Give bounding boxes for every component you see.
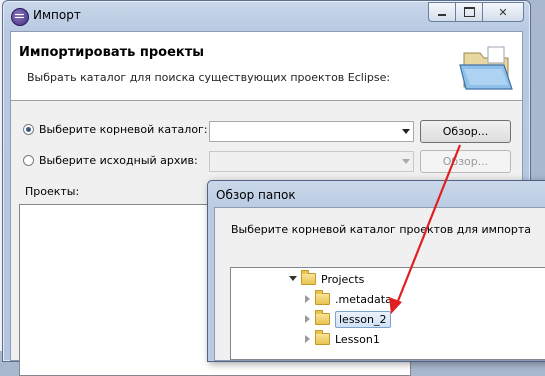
caption-buttons: ✕ [428, 2, 524, 22]
archive-browse-button[interactable]: Обзор... [420, 150, 511, 173]
browse-folder-dialog: Обзор папок Выберите корневой каталог пр… [207, 180, 545, 362]
root-dir-label: Выберите корневой каталог: [39, 123, 208, 136]
archive-option[interactable]: Выберите исходный архив: [23, 154, 198, 167]
tree-item-label: lesson_2 [335, 310, 391, 328]
tree-item-projects[interactable]: Projects [289, 270, 364, 288]
folder-tree[interactable]: Projects .metadata lesson_2 Lesson1 [230, 267, 545, 360]
chevron-down-icon[interactable] [402, 129, 410, 134]
root-dir-radio[interactable] [23, 124, 34, 135]
folder-icon [301, 270, 316, 285]
expand-toggle-icon[interactable] [303, 295, 311, 303]
tree-item-lesson1[interactable]: Lesson1 [303, 330, 380, 348]
eclipse-app-icon [11, 8, 29, 26]
dialog-title[interactable]: Обзор папок [216, 188, 296, 202]
tree-item-label: .metadata [335, 292, 392, 306]
tree-item-metadata[interactable]: .metadata [303, 290, 392, 308]
dialog-client: Выберите корневой каталог проектов для и… [214, 207, 545, 361]
root-dir-combo[interactable] [209, 121, 414, 142]
folder-icon [315, 330, 330, 345]
page-title: Импортировать проекты [19, 45, 205, 60]
minimize-button[interactable] [428, 2, 456, 22]
folder-icon [315, 290, 330, 305]
minimize-icon [438, 14, 446, 16]
folder-icon [315, 310, 330, 325]
archive-radio[interactable] [23, 155, 34, 166]
page-description: Выбрать каталог для поиска существующих … [27, 71, 391, 84]
dialog-description: Выберите корневой каталог проектов для и… [231, 223, 532, 236]
tree-item-label: Projects [321, 272, 365, 286]
title-bar[interactable]: Импорт ✕ [3, 1, 530, 31]
expand-toggle-icon[interactable] [303, 335, 311, 343]
root-dir-browse-button[interactable]: Обзор... [420, 120, 511, 143]
close-icon: ✕ [498, 5, 508, 19]
archive-combo[interactable] [209, 151, 414, 172]
expand-toggle-icon[interactable] [303, 315, 311, 323]
open-folder-icon [459, 46, 513, 90]
maximize-button[interactable] [455, 2, 483, 22]
projects-label: Проекты: [25, 185, 80, 198]
tree-item-label: Lesson1 [335, 332, 380, 346]
close-button[interactable]: ✕ [482, 2, 524, 22]
root-dir-option[interactable]: Выберите корневой каталог: [23, 123, 208, 136]
expand-toggle-icon[interactable] [289, 275, 297, 283]
wizard-header: Импортировать проекты Выбрать каталог дл… [11, 32, 522, 101]
chevron-down-icon[interactable] [402, 159, 410, 164]
tree-item-lesson-2[interactable]: lesson_2 [303, 310, 391, 328]
maximize-icon [463, 7, 475, 17]
archive-label: Выберите исходный архив: [39, 154, 198, 167]
window-title: Импорт [33, 8, 81, 22]
